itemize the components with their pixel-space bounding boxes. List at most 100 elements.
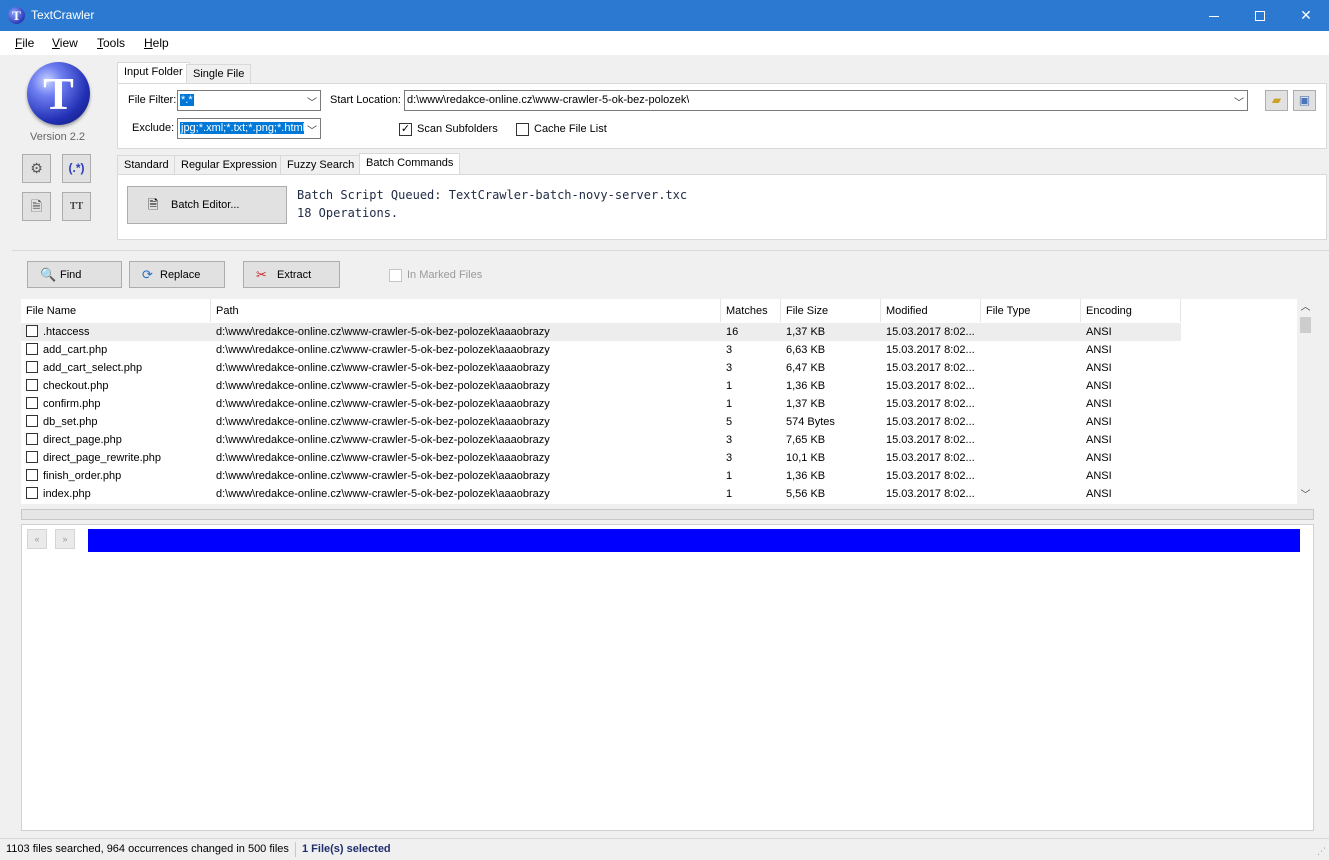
column-encoding[interactable]: Encoding bbox=[1081, 299, 1181, 322]
cell-file-name: add_cart.php bbox=[43, 344, 108, 356]
cache-file-list-checkbox[interactable] bbox=[516, 123, 529, 136]
cell-path: d:\www\redakce-online.cz\www-crawler-5-o… bbox=[216, 434, 550, 446]
cell-encoding: ANSI bbox=[1086, 362, 1112, 374]
row-checkbox[interactable] bbox=[26, 397, 38, 409]
previous-match-button[interactable]: « bbox=[27, 529, 47, 549]
row-checkbox[interactable] bbox=[26, 325, 38, 337]
start-location-value: d:\www\redakce-online.cz\www-crawler-5-o… bbox=[407, 94, 690, 106]
cell-file-size: 1,36 KB bbox=[786, 380, 826, 392]
panel-icon: ▣ bbox=[1298, 93, 1311, 107]
next-match-button[interactable]: » bbox=[55, 529, 75, 549]
table-row[interactable]: .htaccess d:\www\redakce-online.cz\www-c… bbox=[21, 323, 1181, 341]
row-checkbox[interactable] bbox=[26, 433, 38, 445]
cell-matches: 1 bbox=[726, 470, 733, 482]
status-summary: 1103 files searched, 964 occurrences cha… bbox=[6, 843, 289, 855]
cell-file-name: add_cart_select.php bbox=[43, 362, 143, 374]
column-matches[interactable]: Matches bbox=[721, 299, 781, 322]
match-highlight-bar bbox=[88, 529, 1300, 552]
file-filter-combo[interactable]: *.* ﹀ bbox=[177, 90, 321, 111]
minimize-icon bbox=[1209, 15, 1219, 17]
table-row[interactable]: confirm.php d:\www\redakce-online.cz\www… bbox=[21, 395, 1181, 413]
table-scrollbar[interactable]: ︿ ﹀ bbox=[1297, 299, 1314, 504]
cell-path: d:\www\redakce-online.cz\www-crawler-5-o… bbox=[216, 416, 550, 428]
cell-path: d:\www\redakce-online.cz\www-crawler-5-o… bbox=[216, 326, 550, 338]
tab-single-file[interactable]: Single File bbox=[186, 64, 252, 84]
cell-modified: 15.03.2017 8:02... bbox=[886, 326, 975, 338]
tab-fuzzy-search[interactable]: Fuzzy Search bbox=[280, 155, 362, 175]
table-row[interactable]: add_cart_select.php d:\www\redakce-onlin… bbox=[21, 359, 1181, 377]
replace-button[interactable]: ⟳ Replace bbox=[129, 261, 225, 288]
browse-folder-button[interactable]: ▰ bbox=[1265, 90, 1288, 111]
batch-editor-button[interactable]: 🗎 Batch Editor... bbox=[127, 186, 287, 224]
cell-encoding: ANSI bbox=[1086, 488, 1112, 500]
row-checkbox[interactable] bbox=[26, 361, 38, 373]
chevron-down-icon: ﹀ bbox=[307, 126, 317, 137]
column-file-size[interactable]: File Size bbox=[781, 299, 881, 322]
table-row[interactable]: add_cart.php d:\www\redakce-online.cz\ww… bbox=[21, 341, 1181, 359]
row-checkbox[interactable] bbox=[26, 487, 38, 499]
cell-matches: 3 bbox=[726, 434, 733, 446]
menu-bar: File View Tools Help bbox=[0, 31, 1329, 55]
menu-file[interactable]: File bbox=[15, 36, 34, 50]
close-button[interactable]: ✕ bbox=[1283, 0, 1329, 31]
row-checkbox[interactable] bbox=[26, 415, 38, 427]
cell-file-size: 6,63 KB bbox=[786, 344, 826, 356]
menu-view[interactable]: View bbox=[52, 36, 78, 50]
splitter[interactable] bbox=[21, 509, 1314, 520]
document-button[interactable]: 🗎 bbox=[22, 192, 51, 221]
table-row[interactable]: checkout.php d:\www\redakce-online.cz\ww… bbox=[21, 377, 1181, 395]
menu-tools[interactable]: Tools bbox=[97, 36, 125, 50]
tab-input-folder[interactable]: Input Folder bbox=[117, 62, 190, 84]
resize-grip-icon[interactable]: ⋰ bbox=[1317, 846, 1326, 857]
start-location-combo[interactable]: d:\www\redakce-online.cz\www-crawler-5-o… bbox=[404, 90, 1248, 111]
cell-matches: 3 bbox=[726, 362, 733, 374]
regex-button[interactable]: (.*) bbox=[62, 154, 91, 183]
table-row[interactable]: finish_order.php d:\www\redakce-online.c… bbox=[21, 467, 1181, 485]
column-file-name[interactable]: File Name bbox=[21, 299, 211, 322]
tab-regular-expression[interactable]: Regular Expression bbox=[174, 155, 284, 175]
maximize-button[interactable] bbox=[1237, 0, 1283, 31]
checkmark-icon: ✓ bbox=[400, 123, 411, 135]
table-row[interactable]: direct_page.php d:\www\redakce-online.cz… bbox=[21, 431, 1181, 449]
scroll-down-icon[interactable]: ﹀ bbox=[1297, 487, 1314, 504]
cell-encoding: ANSI bbox=[1086, 326, 1112, 338]
chevron-down-icon: ﹀ bbox=[307, 98, 317, 109]
settings-button[interactable]: ⚙ bbox=[22, 154, 51, 183]
column-path[interactable]: Path bbox=[211, 299, 721, 322]
cell-encoding: ANSI bbox=[1086, 344, 1112, 356]
row-checkbox[interactable] bbox=[26, 451, 38, 463]
tab-standard[interactable]: Standard bbox=[117, 155, 176, 175]
layout-button[interactable]: ▣ bbox=[1293, 90, 1316, 111]
document-icon: 🗎 bbox=[30, 198, 43, 214]
status-bar: 1103 files searched, 964 occurrences cha… bbox=[0, 838, 1329, 860]
cell-matches: 5 bbox=[726, 416, 733, 428]
cell-modified: 15.03.2017 8:02... bbox=[886, 488, 975, 500]
scan-subfolders-label: Scan Subfolders bbox=[417, 123, 498, 135]
window-title: TextCrawler bbox=[31, 8, 95, 22]
table-row[interactable]: db_set.php d:\www\redakce-online.cz\www-… bbox=[21, 413, 1181, 431]
file-filter-value: *.* bbox=[180, 94, 194, 106]
tab-batch-commands[interactable]: Batch Commands bbox=[359, 153, 461, 175]
column-file-type[interactable]: File Type bbox=[981, 299, 1081, 322]
find-button[interactable]: 🔍 Find bbox=[27, 261, 122, 288]
row-checkbox[interactable] bbox=[26, 379, 38, 391]
scan-subfolders-checkbox[interactable]: ✓ bbox=[399, 123, 412, 136]
menu-help[interactable]: Help bbox=[144, 36, 169, 50]
app-logo: T bbox=[27, 62, 90, 125]
table-row[interactable]: direct_page_rewrite.php d:\www\redakce-o… bbox=[21, 449, 1181, 467]
extract-button[interactable]: ✂ Extract bbox=[243, 261, 340, 288]
cell-encoding: ANSI bbox=[1086, 470, 1112, 482]
row-checkbox[interactable] bbox=[26, 343, 38, 355]
scroll-thumb[interactable] bbox=[1300, 317, 1311, 333]
table-row[interactable]: index.php d:\www\redakce-online.cz\www-c… bbox=[21, 485, 1181, 503]
exclude-label: Exclude: bbox=[132, 122, 175, 134]
cell-encoding: ANSI bbox=[1086, 380, 1112, 392]
exclude-value: jpg;*.xml;*.txt;*.png;*.html bbox=[180, 122, 304, 134]
row-checkbox[interactable] bbox=[26, 469, 38, 481]
column-modified[interactable]: Modified bbox=[881, 299, 981, 322]
exclude-combo[interactable]: jpg;*.xml;*.txt;*.png;*.html ﹀ bbox=[177, 118, 321, 139]
in-marked-files-checkbox[interactable] bbox=[389, 269, 402, 282]
font-button[interactable]: TT bbox=[62, 192, 91, 221]
scroll-up-icon[interactable]: ︿ bbox=[1297, 299, 1314, 316]
minimize-button[interactable] bbox=[1191, 0, 1237, 31]
